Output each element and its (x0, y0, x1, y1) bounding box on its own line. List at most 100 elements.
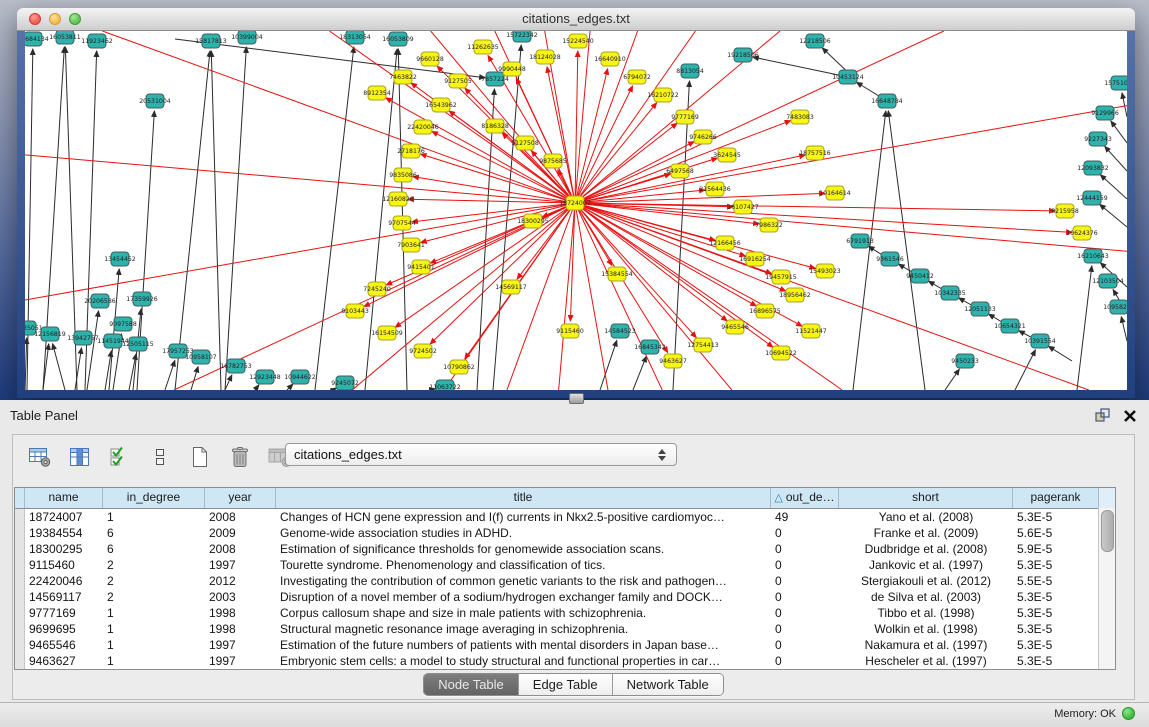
node-table: namein_degreeyeartitle△out_de…shortpager… (14, 487, 1116, 670)
network-table-select[interactable]: citations_edges.txt (285, 443, 677, 466)
graph-node-label: 16896575 (749, 308, 781, 315)
graph-edge (25, 338, 27, 390)
table-cell: 2 (103, 557, 205, 573)
splitter-handle[interactable] (569, 393, 584, 404)
table-cell: Structural magnetic resonance image aver… (276, 621, 771, 637)
graph-node-label: 9724502 (409, 348, 437, 355)
graph-node-label: 12103504 (1092, 278, 1124, 285)
table-cell: 0 (771, 589, 839, 605)
table-cell: 5.3E-5 (1013, 653, 1099, 669)
graph-node-label: 17359926 (126, 296, 158, 303)
column-header-year[interactable]: year (205, 488, 276, 508)
table-cell: 9465546 (25, 637, 103, 653)
delete-column-button[interactable] (227, 444, 253, 470)
table-row[interactable]: 969969511998Structural magnetic resonanc… (15, 621, 1115, 637)
graph-node-label: 13454452 (104, 256, 136, 263)
column-header-short[interactable]: short (839, 488, 1013, 508)
table-cell: Jankovic et al. (1997) (839, 557, 1013, 573)
column-header-gutter[interactable] (15, 488, 25, 508)
column-header-pagerank[interactable]: pagerank (1013, 488, 1099, 508)
row-gutter (15, 653, 25, 669)
table-cell: 1 (103, 637, 205, 653)
table-scrollbar[interactable] (1098, 508, 1115, 669)
graph-edge (547, 67, 575, 203)
table-row[interactable]: 1938455462009Genome-wide association stu… (15, 525, 1115, 541)
graph-edge (211, 51, 221, 390)
graph-node-label: 12051133 (964, 306, 996, 313)
network-window-titlebar[interactable]: citations_edges.txt (17, 8, 1135, 31)
create-column-button[interactable] (187, 444, 213, 470)
graph-node-label: 16648784 (871, 98, 903, 105)
graph-node-label: 18724007 (559, 200, 591, 207)
graph-node-label: 15493023 (809, 268, 841, 275)
graph-node-label: 18124028 (529, 54, 561, 61)
network-window: citations_edges.txt 20684134160538111192… (17, 8, 1135, 398)
graph-node-label: 9707544 (388, 220, 416, 227)
row-height-button[interactable] (147, 444, 173, 470)
table-row[interactable]: 1872400712008Changes of HCN gene express… (15, 509, 1115, 525)
column-header-out_de[interactable]: △out_de… (771, 488, 839, 508)
table-cell: 2008 (205, 509, 276, 525)
table-row[interactable]: 946362711997Embryonic stem cells: a mode… (15, 653, 1115, 669)
graph-node-label: 8215958 (1051, 208, 1079, 215)
row-gutter (15, 573, 25, 589)
graph-node-label: 9450412 (906, 273, 934, 280)
show-columns-button[interactable] (67, 444, 93, 470)
desktop-background: citations_edges.txt 20684134160538111192… (0, 0, 1149, 400)
graph-edge (315, 47, 354, 390)
table-cell: 9115460 (25, 557, 103, 573)
tab-node-table[interactable]: Node Table (424, 674, 519, 695)
graph-edge (1077, 266, 1092, 390)
table-row[interactable]: 977716911998Corpus callosum shape and si… (15, 605, 1115, 621)
graph-node-label: 11262635 (467, 44, 499, 51)
column-header-name[interactable]: name (25, 488, 103, 508)
table-row[interactable]: 2242004622012Investigating the contribut… (15, 573, 1115, 589)
table-row[interactable]: 1456911722003Disruption of a novel membe… (15, 589, 1115, 605)
table-cell: Franke et al. (2009) (839, 525, 1013, 541)
citation-network-graph[interactable]: 2068413416053811119234621581781310399004… (25, 31, 1127, 390)
close-panel-icon[interactable] (1123, 409, 1137, 423)
graph-node-label: 18757516 (799, 150, 831, 157)
graph-node-label: 9660128 (416, 56, 444, 63)
graph-node-label: 16543962 (425, 102, 457, 109)
table-row[interactable]: 946554611997Estimation of the future num… (15, 637, 1115, 653)
graph-node-label: 6497568 (666, 168, 694, 175)
table-row[interactable]: 1830029562008Estimation of significance … (15, 541, 1115, 557)
network-canvas[interactable]: 2068413416053811119234621581781310399004… (25, 31, 1127, 390)
graph-node-label: 6791913 (846, 238, 874, 245)
column-header-in_degree[interactable]: in_degree (103, 488, 205, 508)
graph-node-label: 9245072 (331, 380, 359, 387)
scrollbar-thumb[interactable] (1101, 510, 1114, 552)
table-cell: 1 (103, 653, 205, 669)
graph-edge (1100, 204, 1127, 227)
graph-node-label: 22420046 (407, 124, 439, 131)
graph-node-label: 9746266 (689, 134, 717, 141)
graph-node-label: 16782753 (220, 363, 252, 370)
window-title: citations_edges.txt (17, 11, 1135, 26)
graph-edge (575, 121, 791, 203)
graph-edge (255, 385, 259, 390)
table-cell: 5.3E-5 (1013, 557, 1099, 573)
tab-network-table[interactable]: Network Table (613, 674, 723, 695)
table-row[interactable]: 911546021997Tourette syndrome. Phenomeno… (15, 557, 1115, 573)
memory-indicator[interactable]: Memory: OK (1054, 707, 1135, 720)
graph-node-label: 16210722 (647, 92, 679, 99)
graph-node-label: 8186328 (481, 123, 509, 130)
table-cell: 0 (771, 637, 839, 653)
table-options-button[interactable] (27, 444, 53, 470)
graph-edge (27, 49, 33, 390)
graph-edge (1048, 346, 1072, 361)
column-header-title[interactable]: title (276, 488, 771, 508)
graph-edge-ray (575, 106, 1127, 203)
graph-node-label: 12218506 (799, 38, 831, 45)
graph-node-label: 9990448 (498, 66, 526, 73)
graph-node-label: 10958209 (1103, 304, 1127, 311)
tab-edge-table[interactable]: Edge Table (519, 674, 613, 695)
graph-edge (888, 111, 925, 390)
graph-node-label: 20206586 (84, 298, 116, 305)
select-columns-button[interactable] (107, 444, 133, 470)
float-panel-icon[interactable] (1094, 407, 1111, 424)
table-cell: Dudbridge et al. (2008) (839, 541, 1013, 557)
row-gutter (15, 605, 25, 621)
network-table-select-value: citations_edges.txt (294, 447, 656, 462)
